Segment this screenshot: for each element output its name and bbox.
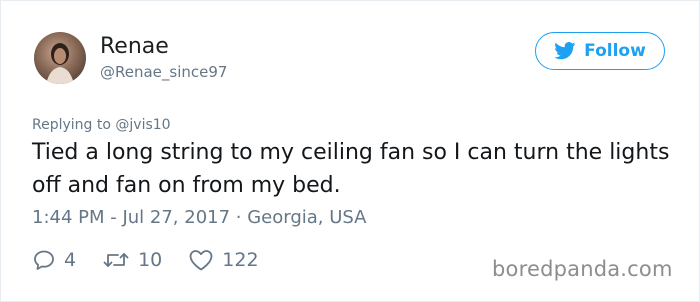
user-display-name[interactable]: Renae bbox=[100, 34, 169, 60]
retweet-count: 10 bbox=[138, 249, 163, 271]
reply-count: 4 bbox=[64, 249, 77, 271]
tweet-actions: 4 10 122 bbox=[32, 246, 285, 274]
replying-to: Replying to @jvis10 bbox=[32, 116, 171, 134]
user-handle[interactable]: @Renae_since97 bbox=[100, 63, 227, 81]
follow-button[interactable]: Follow bbox=[535, 32, 665, 70]
avatar[interactable] bbox=[34, 32, 86, 84]
like-count: 122 bbox=[222, 249, 259, 271]
retweet-button[interactable]: 10 bbox=[102, 248, 162, 272]
tweet-text: Tied a long string to my ceiling fan so … bbox=[32, 140, 670, 198]
replying-to-handle[interactable]: @jvis10 bbox=[115, 117, 170, 133]
replying-prefix: Replying to bbox=[32, 117, 111, 133]
retweet-icon bbox=[102, 248, 130, 272]
twitter-bird-icon bbox=[554, 42, 576, 60]
reply-button[interactable]: 4 bbox=[32, 248, 76, 272]
reply-icon bbox=[32, 248, 56, 272]
tweet-timestamp[interactable]: 1:44 PM - Jul 27, 2017 · Georgia, USA bbox=[32, 206, 367, 230]
follow-button-label: Follow bbox=[584, 41, 646, 61]
heart-icon bbox=[188, 248, 214, 272]
like-button[interactable]: 122 bbox=[188, 248, 259, 272]
watermark: boredpanda.com bbox=[492, 257, 673, 281]
